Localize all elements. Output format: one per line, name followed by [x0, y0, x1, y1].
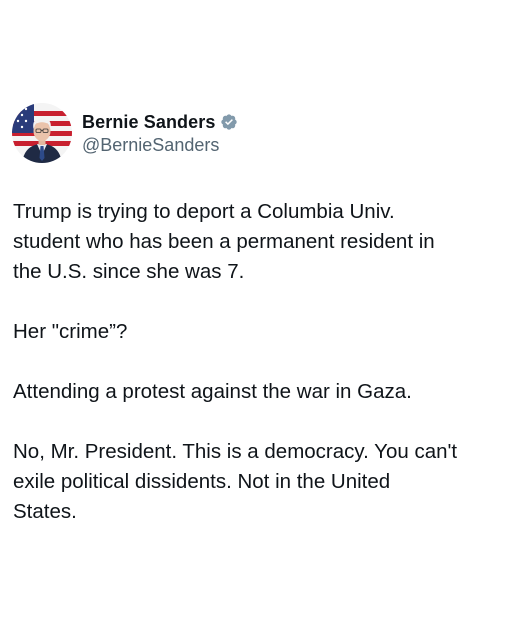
tweet-paragraph: Attending a protest against the war in G… [13, 380, 412, 403]
tweet-card: Bernie Sanders @BernieSanders Trump is t… [0, 0, 513, 640]
tweet-paragraph: Trump is trying to deport a Columbia Uni… [13, 200, 435, 283]
tweet-paragraph: Her "crime”? [13, 320, 128, 343]
author-handle[interactable]: @BernieSanders [82, 135, 238, 156]
author-names: Bernie Sanders @BernieSanders [82, 110, 238, 156]
name-row: Bernie Sanders [82, 110, 238, 134]
tweet-text: Trump is trying to deport a Columbia Uni… [13, 197, 508, 527]
tweet-paragraph: No, Mr. President. This is a democracy. … [13, 440, 458, 523]
avatar[interactable] [12, 103, 72, 163]
verified-badge-icon [220, 113, 238, 131]
tweet-header: Bernie Sanders @BernieSanders [12, 102, 238, 164]
avatar-image [12, 103, 72, 163]
author-display-name[interactable]: Bernie Sanders [82, 112, 215, 133]
